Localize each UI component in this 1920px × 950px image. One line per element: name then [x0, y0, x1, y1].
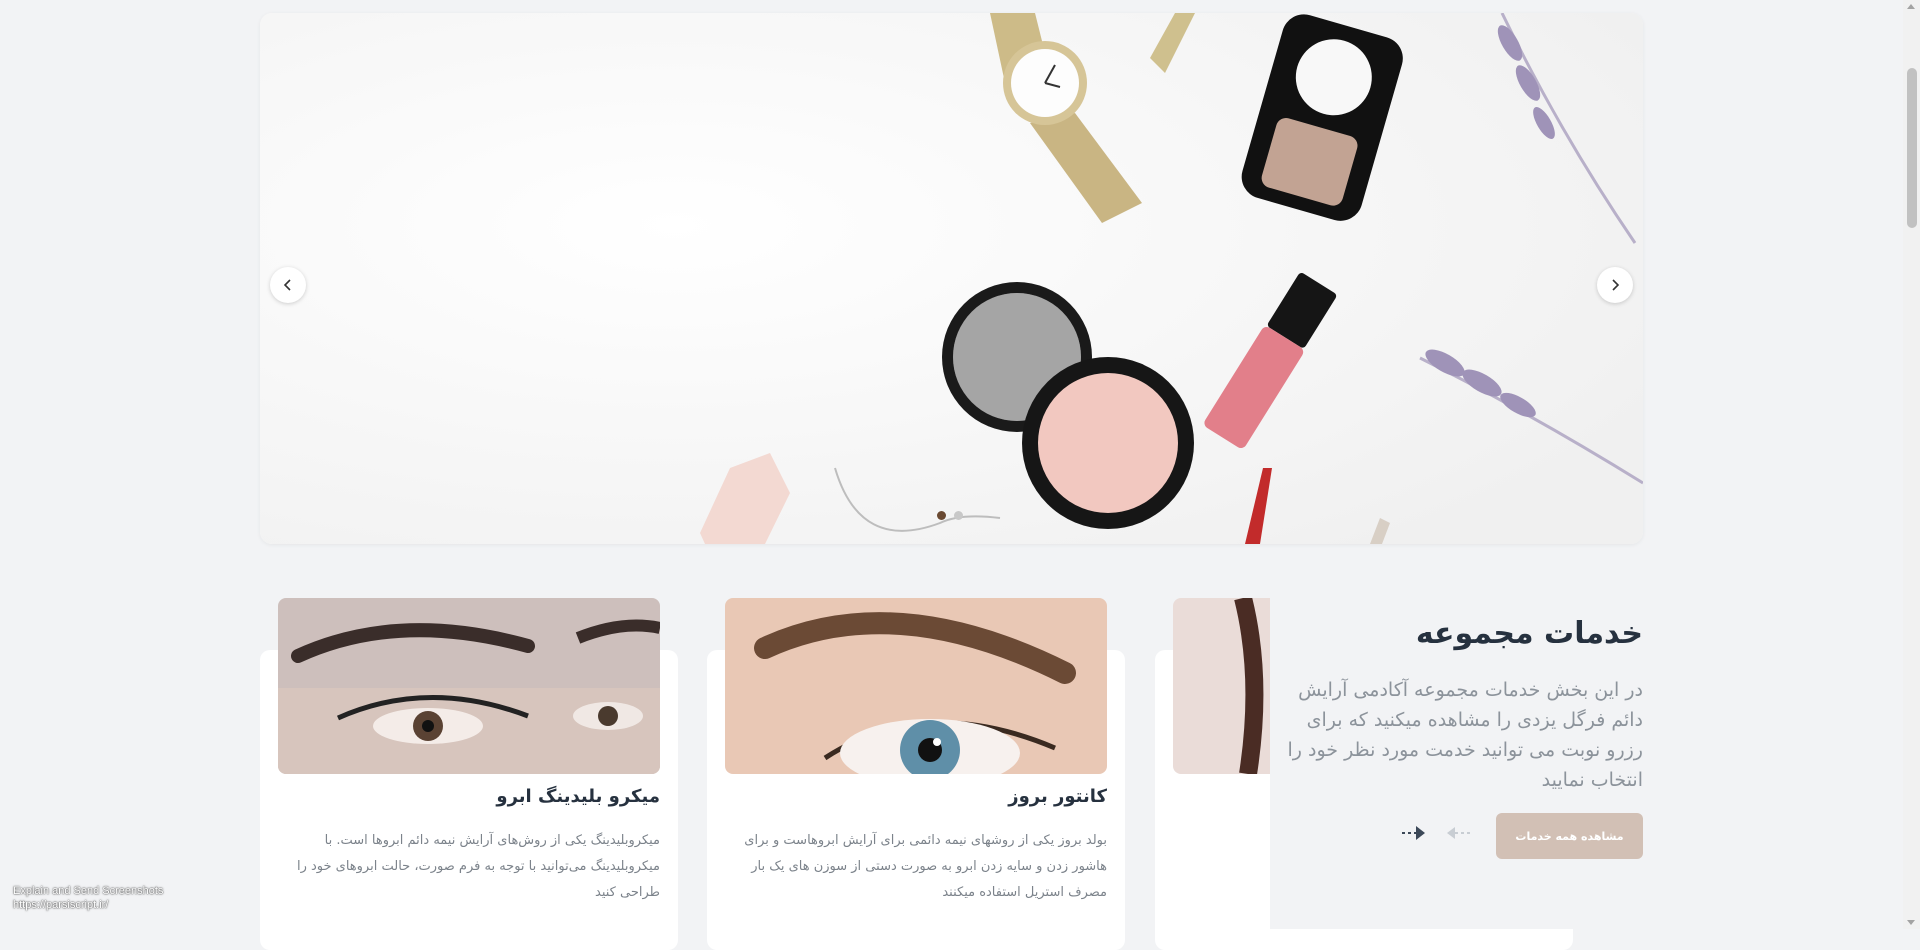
screenshot-watermark: Explain and Send Screenshots https://par… — [13, 884, 163, 912]
services-carousel-controls — [1400, 825, 1472, 841]
slider-prev-button[interactable] — [270, 267, 306, 303]
service-card-title: کانتور بروز — [1008, 786, 1107, 807]
scroll-down-icon[interactable] — [1907, 920, 1915, 925]
service-card[interactable]: میکرو بلیدینگ ابرو میکروبلیدینگ یکی از ر… — [260, 598, 678, 950]
carousel-prev-button[interactable] — [1446, 825, 1472, 841]
service-card-image — [278, 598, 660, 774]
service-card-title: میکرو بلیدینگ ابرو — [496, 786, 660, 807]
services-description: در این بخش خدمات مجموعه آکادمی آرایش دائ… — [1287, 679, 1643, 791]
chevron-left-icon — [283, 279, 291, 291]
service-card-text: بولد بروز یکی از روشهای نیمه دائمی برای … — [744, 833, 1107, 900]
slider-pagination — [937, 511, 963, 520]
services-intro: خدمات مجموعه در این بخش خدمات مجموعه آکا… — [1270, 580, 1643, 929]
scroll-thumb[interactable] — [1907, 68, 1917, 228]
scroll-up-icon[interactable] — [1907, 4, 1915, 9]
slider-dot-2[interactable] — [954, 511, 963, 520]
watermark-line-2: https://parsiscript.ir/ — [13, 899, 109, 911]
service-card[interactable]: کانتور بروز بولد بروز یکی از روشهای نیمه… — [707, 598, 1125, 950]
slider-next-button[interactable] — [1597, 267, 1633, 303]
carousel-next-button[interactable] — [1400, 825, 1426, 841]
service-card-text: میکروبلیدینگ یکی از روش‌های آرایش نیمه د… — [296, 833, 660, 900]
slider-dot-1[interactable] — [937, 511, 946, 520]
watermark-line-1: Explain and Send Screenshots — [13, 885, 164, 897]
chevron-right-icon — [1612, 279, 1620, 291]
services-title: خدمات مجموعه — [1415, 616, 1643, 651]
arrow-left-icon — [1447, 827, 1470, 839]
slide-image — [260, 13, 1643, 544]
page-scrollbar[interactable] — [1903, 0, 1920, 929]
arrow-right-icon — [1402, 826, 1425, 840]
view-all-services-button[interactable]: مشاهده همه خدمات — [1496, 813, 1643, 859]
hero-slider — [260, 13, 1643, 544]
service-card-image — [725, 598, 1107, 774]
